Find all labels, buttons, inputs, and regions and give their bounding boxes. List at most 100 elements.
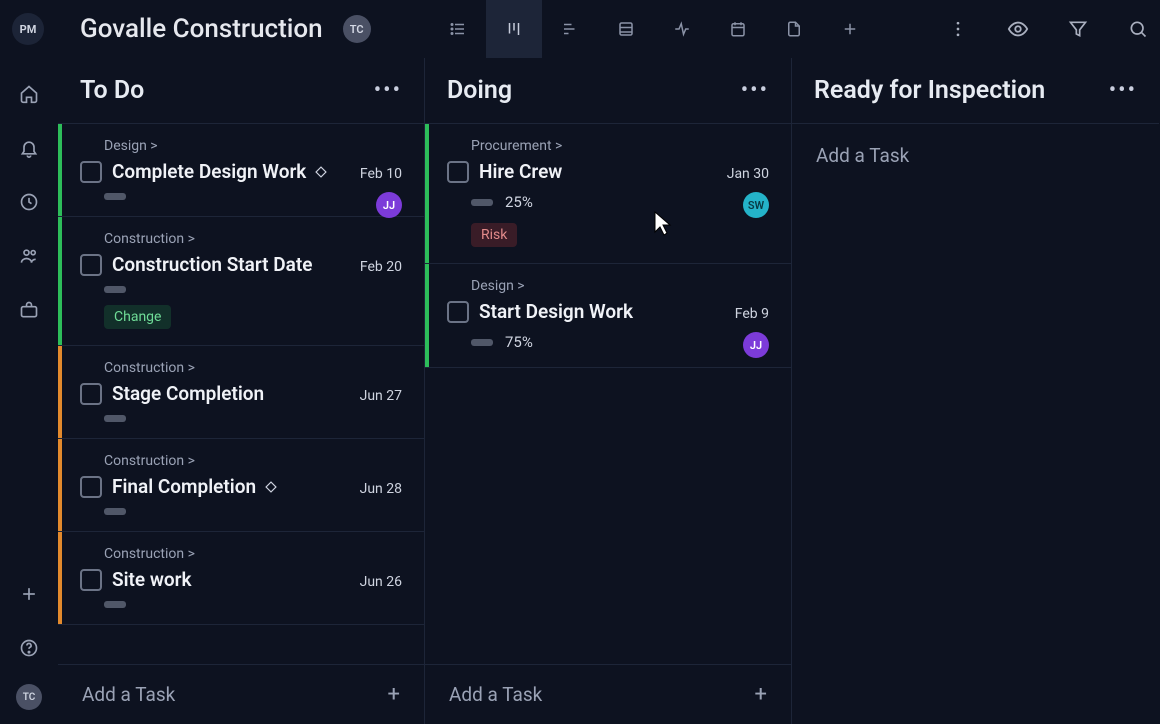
user-chip[interactable]: TC [343, 15, 371, 43]
file-icon [785, 20, 803, 38]
task-checkbox[interactable] [80, 383, 102, 405]
add-nav[interactable] [11, 576, 47, 612]
bell-icon [19, 138, 39, 158]
column-cards: Add a Task [792, 124, 1159, 724]
view-tabs [430, 0, 878, 58]
task-title: Site work [112, 568, 192, 591]
task-card[interactable]: Construction > Stage Completion Jun 27 [58, 346, 424, 439]
home-nav[interactable] [11, 76, 47, 112]
priority-stripe [425, 264, 429, 367]
progress-bar [104, 601, 126, 608]
task-card[interactable]: Design >Complete Design WorkFeb 10JJ [58, 124, 424, 217]
calendar-view-tab[interactable] [710, 0, 766, 58]
task-checkbox[interactable] [447, 161, 469, 183]
task-tag: Change [104, 305, 171, 329]
more-vertical-icon [948, 19, 968, 39]
task-checkbox[interactable] [447, 301, 469, 323]
task-card[interactable]: Construction >Construction Start DateFeb… [58, 217, 424, 346]
column-title: To Do [80, 76, 144, 105]
calendar-icon [729, 20, 747, 38]
board-view-tab[interactable] [486, 0, 542, 58]
assignee-avatar[interactable]: SW [743, 192, 769, 218]
help-nav[interactable] [11, 630, 47, 666]
plus-icon: + [755, 682, 767, 707]
work-nav[interactable] [11, 292, 47, 328]
left-rail: TC [0, 58, 58, 724]
table-view-tab[interactable] [598, 0, 654, 58]
task-tag: Risk [471, 223, 517, 247]
activity-view-tab[interactable] [654, 0, 710, 58]
progress-percent: 75% [505, 333, 533, 351]
kanban-board: To Do•••Design >Complete Design WorkFeb … [58, 58, 1160, 724]
column-title: Doing [447, 76, 512, 105]
task-breadcrumb[interactable]: Design > [471, 278, 769, 294]
notifications-nav[interactable] [11, 130, 47, 166]
column-2: Ready for Inspection ••• Add a Task [792, 58, 1159, 724]
add-task-label: Add a Task [816, 144, 909, 167]
plus-icon [19, 584, 39, 604]
add-task-button[interactable]: Add a Task+ [58, 664, 424, 724]
search-button[interactable] [1126, 17, 1150, 41]
table-icon [617, 20, 635, 38]
briefcase-icon [19, 300, 39, 320]
gantt-view-tab[interactable] [542, 0, 598, 58]
filter-icon [1068, 19, 1088, 39]
team-nav[interactable] [11, 238, 47, 274]
add-task-button[interactable]: Add a Task [792, 124, 1159, 167]
assignee-avatar[interactable]: JJ [376, 192, 402, 218]
recent-nav[interactable] [11, 184, 47, 220]
progress-bar [104, 286, 126, 293]
task-checkbox[interactable] [80, 476, 102, 498]
task-breadcrumb[interactable]: Procurement > [471, 138, 769, 154]
add-view-tab[interactable] [822, 0, 878, 58]
task-card[interactable]: Procurement >Hire CrewJan 3025%SWRisk [425, 124, 791, 264]
task-checkbox[interactable] [80, 254, 102, 276]
column-menu[interactable]: ••• [374, 78, 402, 103]
clock-icon [19, 192, 39, 212]
list-view-tab[interactable] [430, 0, 486, 58]
task-breadcrumb[interactable]: Construction > [104, 360, 402, 376]
task-date: Feb 10 [360, 166, 402, 182]
board-icon [505, 20, 523, 38]
task-title: Stage Completion [112, 382, 264, 405]
task-checkbox[interactable] [80, 569, 102, 591]
milestone-icon [314, 165, 328, 179]
milestone-icon [264, 480, 278, 494]
more-menu[interactable] [946, 17, 970, 41]
task-card[interactable]: Construction >Final CompletionJun 28 [58, 439, 424, 532]
app-logo[interactable]: PM [12, 13, 44, 45]
task-breadcrumb[interactable]: Construction > [104, 453, 402, 469]
plus-icon [841, 20, 859, 38]
task-date: Jun 28 [360, 481, 402, 497]
progress-bar [104, 415, 126, 422]
progress-bar [104, 508, 126, 515]
priority-stripe [58, 217, 62, 345]
task-title: Hire Crew [479, 160, 562, 183]
priority-stripe [58, 439, 62, 531]
column-cards: Procurement >Hire CrewJan 3025%SWRiskDes… [425, 124, 791, 664]
task-card[interactable]: Design >Start Design WorkFeb 975%JJ [425, 264, 791, 368]
task-breadcrumb[interactable]: Construction > [104, 231, 402, 247]
column-menu[interactable]: ••• [1109, 78, 1137, 103]
task-date: Jun 27 [360, 388, 402, 404]
plus-icon: + [388, 682, 400, 707]
task-breadcrumb[interactable]: Construction > [104, 546, 402, 562]
home-icon [19, 84, 39, 104]
task-checkbox[interactable] [80, 161, 102, 183]
watch-button[interactable] [1006, 17, 1030, 41]
filter-button[interactable] [1066, 17, 1090, 41]
column-title: Ready for Inspection [814, 76, 1045, 105]
assignee-avatar[interactable]: JJ [743, 332, 769, 358]
user-avatar[interactable]: TC [16, 684, 42, 710]
column-1: Doing•••Procurement >Hire CrewJan 3025%S… [425, 58, 792, 724]
task-card[interactable]: Construction >Site workJun 26 [58, 532, 424, 625]
task-breadcrumb[interactable]: Design > [104, 138, 402, 154]
priority-stripe [425, 124, 429, 263]
task-date: Jan 30 [727, 166, 769, 182]
progress-bar [104, 193, 126, 200]
column-menu[interactable]: ••• [741, 78, 769, 103]
add-task-button[interactable]: Add a Task+ [425, 664, 791, 724]
activity-icon [673, 20, 691, 38]
files-view-tab[interactable] [766, 0, 822, 58]
eye-icon [1007, 18, 1029, 40]
